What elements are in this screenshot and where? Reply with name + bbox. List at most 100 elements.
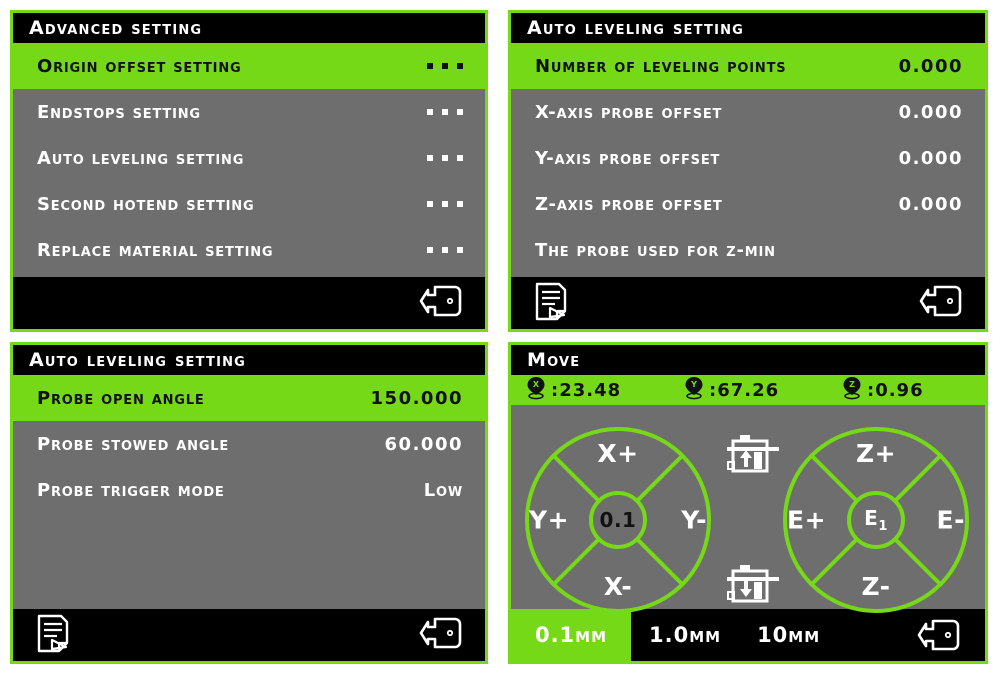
- menu-item-value: 0.000: [898, 55, 963, 77]
- ellipsis-icon: [427, 247, 463, 253]
- jog-wheel-ze: Z+ E+ E- Z- E1: [783, 427, 969, 613]
- back-arrow-icon[interactable]: [419, 615, 463, 655]
- jog-button-z-minus[interactable]: Z-: [783, 572, 969, 601]
- menu-item-label: The probe used for Z-min: [535, 239, 776, 261]
- step-tab-1-0mm[interactable]: 1.0mm: [631, 609, 739, 661]
- jog-controls-area: X+ Y+ Y- X- 0.1 Z+ E+ E- Z- E1: [511, 405, 985, 613]
- coordinate-readout-bar: X :23.48 Y :67.26 Z:0.96: [511, 375, 985, 405]
- menu-item-label: Second hotend Setting: [37, 193, 255, 215]
- menu-item-endstops-setting[interactable]: Endstops Setting: [13, 89, 485, 135]
- menu-item-label: Y-axis probe offset: [535, 147, 721, 169]
- servo-up-button[interactable]: [723, 433, 783, 485]
- jog-button-y-minus[interactable]: Y-: [681, 506, 707, 535]
- footer-bar: [511, 277, 985, 329]
- menu-item-auto-leveling-setting[interactable]: Auto leveling Setting: [13, 135, 485, 181]
- step-size-bar: 0.1mm 1.0mm 10mm: [511, 609, 985, 661]
- extruder-letter: E: [864, 506, 879, 530]
- menu-item-value: 0.000: [898, 147, 963, 169]
- jog-step-hub-label: 0.1: [599, 508, 637, 532]
- coordinate-y-value: :67.26: [709, 379, 780, 401]
- step-tab-0-1mm[interactable]: 0.1mm: [511, 609, 631, 661]
- title-bar: Auto leveling Setting: [13, 345, 485, 375]
- back-arrow-icon[interactable]: [917, 609, 985, 661]
- menu-list: Probe open angle 150.000 Probe stowed an…: [13, 375, 485, 609]
- menu-item-y-axis-probe-offset[interactable]: Y-axis probe offset 0.000: [511, 135, 985, 181]
- title-bar: Move: [511, 345, 985, 375]
- extruder-select-hub[interactable]: E1: [847, 491, 905, 549]
- coordinate-x-value: :23.48: [551, 379, 622, 401]
- map-pin-x-icon: X: [525, 376, 547, 404]
- menu-item-label: Number of leveling points: [535, 55, 787, 77]
- page-title: Advanced Setting: [29, 17, 203, 39]
- jog-wheel-xy: X+ Y+ Y- X- 0.1: [525, 427, 711, 613]
- document-pencil-icon[interactable]: [533, 281, 569, 325]
- menu-list: Number of leveling points 0.000 X-axis p…: [511, 43, 985, 277]
- panel-advanced-setting: Advanced Setting Origin offset Setting E…: [10, 10, 488, 332]
- menu-item-probe-open-angle[interactable]: Probe open angle 150.000: [13, 375, 485, 421]
- menu-item-value: 0.000: [898, 193, 963, 215]
- ellipsis-icon: [427, 109, 463, 115]
- coordinate-z: Z :0.96: [827, 376, 985, 404]
- menu-item-label: X-axis probe offset: [535, 101, 723, 123]
- page-title: Move: [527, 349, 581, 371]
- servo-up-icon: [726, 434, 780, 484]
- extruder-select-label: E1: [864, 506, 888, 534]
- menu-list: Origin offset Setting Endstops Setting A…: [13, 43, 485, 277]
- menu-item-the-probe-used-for-z-min[interactable]: The probe used for Z-min: [511, 227, 985, 273]
- svg-text:Y: Y: [690, 380, 697, 389]
- menu-item-replace-material-setting[interactable]: Replace material Setting: [13, 227, 485, 273]
- screen-grid: Advanced Setting Origin offset Setting E…: [0, 0, 1000, 686]
- menu-item-z-axis-probe-offset[interactable]: Z-axis probe offset 0.000: [511, 181, 985, 227]
- map-pin-y-icon: Y: [683, 376, 705, 404]
- jog-button-x-minus[interactable]: X-: [525, 572, 711, 601]
- menu-item-number-of-leveling-points[interactable]: Number of leveling points 0.000: [511, 43, 985, 89]
- jog-button-z-plus[interactable]: Z+: [783, 439, 969, 468]
- ellipsis-icon: [427, 63, 463, 69]
- list-filler: [13, 513, 485, 609]
- panel-move: Move X :23.48 Y:67.26 Z:0.96 X+ Y+ Y- …: [508, 342, 988, 664]
- menu-item-value: 0.000: [898, 101, 963, 123]
- page-title: Auto leveling Setting: [527, 17, 745, 39]
- coordinate-z-value: :0.96: [867, 379, 924, 401]
- menu-item-label: Replace material Setting: [37, 239, 274, 261]
- menu-item-origin-offset-setting[interactable]: Origin offset Setting: [13, 43, 485, 89]
- jog-button-y-plus[interactable]: Y+: [529, 506, 569, 535]
- menu-item-second-hotend-setting[interactable]: Second hotend Setting: [13, 181, 485, 227]
- servo-down-button[interactable]: [723, 563, 783, 615]
- menu-item-x-axis-probe-offset[interactable]: X-axis probe offset 0.000: [511, 89, 985, 135]
- menu-item-label: Auto leveling Setting: [37, 147, 245, 169]
- jog-button-x-plus[interactable]: X+: [525, 439, 711, 468]
- menu-item-label: Probe stowed angle: [37, 433, 230, 455]
- footer-bar: [13, 609, 485, 661]
- menu-item-probe-stowed-angle[interactable]: Probe stowed angle 60.000: [13, 421, 485, 467]
- coordinate-y: Y :67.26: [669, 376, 827, 404]
- jog-button-e-plus[interactable]: E+: [787, 506, 826, 535]
- step-bar-filler: [838, 609, 917, 661]
- menu-item-probe-trigger-mode[interactable]: Probe trigger mode Low: [13, 467, 485, 513]
- document-pencil-icon[interactable]: [35, 613, 71, 657]
- ellipsis-icon: [427, 201, 463, 207]
- menu-item-label: Origin offset Setting: [37, 55, 242, 77]
- title-bar: Advanced Setting: [13, 13, 485, 43]
- map-pin-z-icon: Z: [841, 376, 863, 404]
- title-bar: Auto leveling Setting: [511, 13, 985, 43]
- menu-item-label: Endstops Setting: [37, 101, 201, 123]
- jog-button-e-minus[interactable]: E-: [937, 506, 965, 535]
- servo-down-icon: [726, 564, 780, 614]
- menu-item-label: Z-axis probe offset: [535, 193, 723, 215]
- jog-step-hub-xy[interactable]: 0.1: [589, 491, 647, 549]
- panel-auto-leveling-setting: Auto leveling Setting Number of leveling…: [508, 10, 988, 332]
- coordinate-x: X :23.48: [511, 376, 669, 404]
- panel-probe-settings: Auto leveling Setting Probe open angle 1…: [10, 342, 488, 664]
- step-tab-10mm[interactable]: 10mm: [739, 609, 838, 661]
- back-arrow-icon[interactable]: [419, 283, 463, 323]
- menu-item-value: Low: [423, 479, 463, 501]
- page-title: Auto leveling Setting: [29, 349, 247, 371]
- menu-item-label: Probe open angle: [37, 387, 205, 409]
- svg-text:Z: Z: [849, 380, 855, 389]
- menu-item-label: Probe trigger mode: [37, 479, 225, 501]
- menu-item-value: 60.000: [384, 433, 463, 455]
- menu-item-value: 150.000: [370, 387, 463, 409]
- back-arrow-icon[interactable]: [919, 283, 963, 323]
- extruder-index: 1: [878, 519, 888, 534]
